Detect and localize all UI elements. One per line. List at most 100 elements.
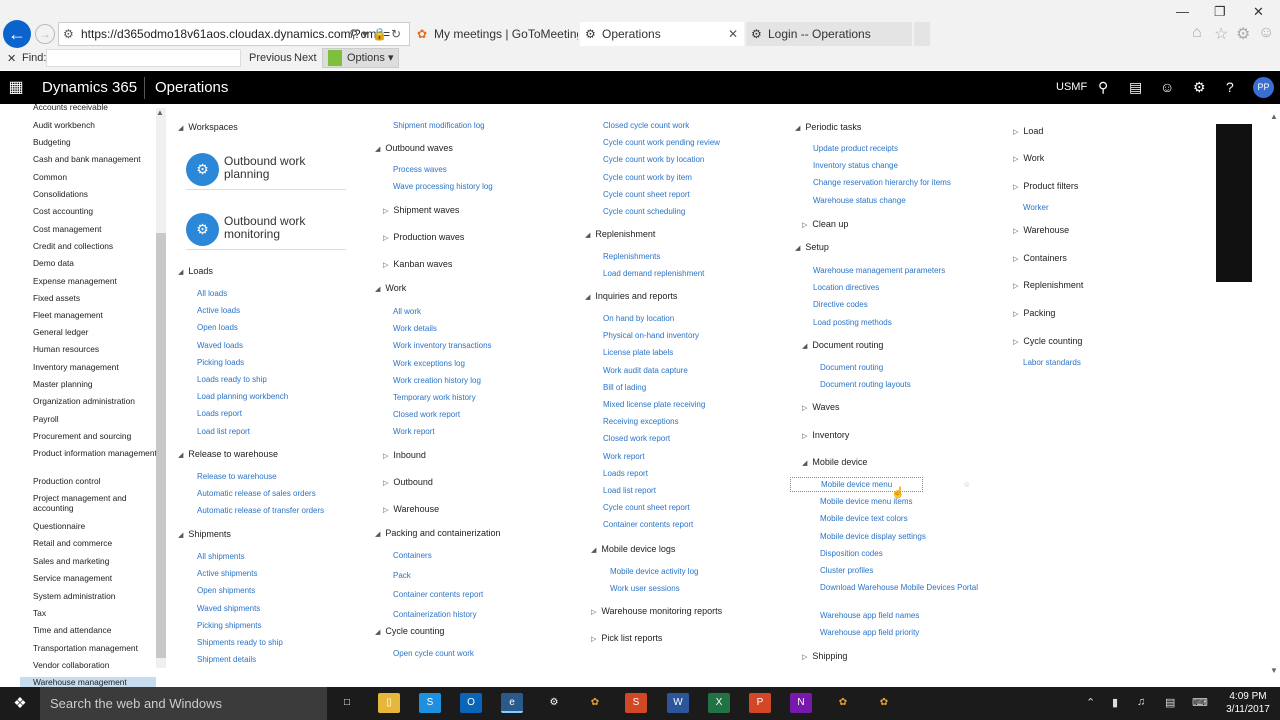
link-open-shipments[interactable]: Open shipments [197, 586, 255, 595]
link-all-shipments[interactable]: All shipments [197, 552, 245, 561]
link-containerization-history[interactable]: Containerization history [393, 610, 477, 619]
link-shipment-details[interactable]: Shipment details [197, 655, 256, 664]
link-cycle-count-work-pending-review[interactable]: Cycle count work pending review [603, 138, 720, 147]
link-closed-cycle-count-work[interactable]: Closed cycle count work [603, 121, 689, 130]
module-budgeting[interactable]: Budgeting [33, 137, 71, 147]
link-work-details[interactable]: Work details [393, 324, 437, 333]
module-cost-accounting[interactable]: Cost accounting [33, 206, 93, 216]
module-tax[interactable]: Tax [33, 608, 46, 618]
group-periodic-tasks[interactable]: ◢ Periodic tasks [795, 122, 861, 132]
link-disposition-codes[interactable]: Disposition codes [820, 549, 883, 558]
group-replenishment[interactable]: ◢ Replenishment [585, 229, 655, 239]
group-clean-up[interactable]: ▷ Clean up [802, 219, 848, 229]
module-master-planning[interactable]: Master planning [33, 379, 93, 389]
group-shipment-waves[interactable]: ▷ Shipment waves [383, 205, 459, 215]
link-mobile-device-text-colors[interactable]: Mobile device text colors [820, 514, 908, 523]
keyboard-icon[interactable]: ⌨ [1192, 696, 1208, 709]
link-open-cycle-count-work[interactable]: Open cycle count work [393, 649, 474, 658]
link-mixed-license-plate-receiving[interactable]: Mixed license plate receiving [603, 400, 705, 409]
link-process-waves[interactable]: Process waves [393, 165, 447, 174]
link-closed-work-report[interactable]: Closed work report [603, 434, 670, 443]
link-warehouse-status-change[interactable]: Warehouse status change [813, 196, 906, 205]
link-work-report[interactable]: Work report [603, 452, 645, 461]
link-load-planning-workbench[interactable]: Load planning workbench [197, 392, 288, 401]
battery-icon[interactable]: ▮ [1112, 696, 1118, 709]
link-release-to-warehouse[interactable]: Release to warehouse [197, 472, 277, 481]
tray-chevron-icon[interactable]: ⌃ [1086, 696, 1095, 709]
tab-operations[interactable]: ⚙ Operations ✕ [580, 22, 744, 46]
link-work-inventory-transactions[interactable]: Work inventory transactions [393, 341, 492, 350]
link-work-report[interactable]: Work report [393, 427, 435, 436]
link-pack[interactable]: Pack [393, 571, 411, 580]
scroll-down-icon[interactable]: ▼ [1270, 666, 1278, 675]
group-packing[interactable]: ◢ Packing and containerization [375, 528, 500, 538]
link-containers[interactable]: Containers [393, 551, 432, 560]
link-warehouse-management-parameters[interactable]: Warehouse management parameters [813, 266, 945, 275]
smiley-icon[interactable]: ☺ [1258, 24, 1274, 42]
module-common[interactable]: Common [33, 172, 67, 182]
link-warehouse-app-field-names[interactable]: Warehouse app field names [820, 611, 919, 620]
module-accounts-receivable[interactable]: Accounts receivable [33, 104, 108, 112]
app-icon[interactable]: ⚙ [543, 693, 565, 713]
module-warehouse-management[interactable]: Warehouse management [20, 677, 156, 687]
link-inventory-status-change[interactable]: Inventory status change [813, 161, 898, 170]
modules-scrollbar[interactable]: ▲ [156, 108, 166, 668]
group-outbound-waves[interactable]: ◢ Outbound waves [375, 143, 453, 153]
module-general-ledger[interactable]: General ledger [33, 327, 88, 337]
task-view-icon[interactable]: □ [336, 693, 358, 713]
group-production-waves[interactable]: ▷ Production waves [383, 232, 464, 242]
gotomeeting-icon[interactable]: ✿ [873, 693, 895, 713]
module-human-resources[interactable]: Human resources [33, 344, 99, 354]
link-temporary-work-history[interactable]: Temporary work history [393, 393, 476, 402]
tile-outbound-work-planning[interactable]: ⚙ Outbound work planning [186, 150, 346, 190]
close-find-icon[interactable]: ✕ [7, 52, 16, 65]
previous-button[interactable]: Previous [249, 52, 292, 64]
group-warehouse[interactable]: ▷ Warehouse [1013, 225, 1069, 235]
link-labor-standards[interactable]: Labor standards [1023, 358, 1081, 367]
module-product-information-management[interactable]: Product information management [33, 448, 157, 458]
link-automatic-release-of-transfer-orders[interactable]: Automatic release of transfer orders [197, 506, 324, 515]
address-tools-icon[interactable]: ⚲▾🔒↻ [349, 23, 405, 45]
module-expense-management[interactable]: Expense management [33, 276, 117, 286]
module-credit-and-collections[interactable]: Credit and collections [33, 241, 113, 251]
module-cost-management[interactable]: Cost management [33, 224, 101, 234]
link-change-reservation-hierarchy-for-items[interactable]: Change reservation hierarchy for items [813, 178, 951, 187]
group-outbound[interactable]: ▷ Outbound [383, 477, 433, 487]
excel-icon[interactable]: X [708, 693, 730, 713]
minimize-icon[interactable]: — [1176, 4, 1189, 19]
options-button[interactable]: Options ▾ [322, 48, 399, 68]
link-container-contents-report[interactable]: Container contents report [603, 520, 693, 529]
link-active-shipments[interactable]: Active shipments [197, 569, 257, 578]
group-load[interactable]: ▷ Load [1013, 126, 1043, 136]
module-sales-and-marketing[interactable]: Sales and marketing [33, 556, 109, 566]
link-picking-shipments[interactable]: Picking shipments [197, 621, 261, 630]
next-button[interactable]: Next [294, 52, 317, 64]
link-open-loads[interactable]: Open loads [197, 323, 238, 332]
module-payroll[interactable]: Payroll [33, 414, 59, 424]
link-load-demand-replenishment[interactable]: Load demand replenishment [603, 269, 704, 278]
module-organization-administration[interactable]: Organization administration [33, 396, 135, 406]
group-shipments[interactable]: ◢ Shipments [178, 529, 231, 539]
module-service-management[interactable]: Service management [33, 573, 112, 583]
module-production-control[interactable]: Production control [33, 476, 101, 486]
link-work-user-sessions[interactable]: Work user sessions [610, 584, 680, 593]
content-scrollbar[interactable]: ▲ ▼ [1268, 108, 1280, 680]
group-warehouse[interactable]: ▷ Warehouse [383, 504, 439, 514]
close-window-icon[interactable]: ✕ [1253, 4, 1264, 20]
group-work[interactable]: ◢ Work [375, 283, 406, 293]
address-bar[interactable]: ⚙ https://d365odmo18v61aos.cloudax.dynam… [58, 22, 410, 46]
company-picker[interactable]: USMF [1056, 81, 1087, 93]
link-load-posting-methods[interactable]: Load posting methods [813, 318, 892, 327]
messages-icon[interactable]: ▤ [1129, 79, 1142, 96]
link-all-loads[interactable]: All loads [197, 289, 227, 298]
find-input[interactable] [46, 49, 241, 67]
favorites-star-icon[interactable]: ☆ [1214, 24, 1228, 44]
group-workspaces[interactable]: ◢ Workspaces [178, 122, 238, 132]
feedback-smiley-icon[interactable]: ☺ [1160, 79, 1174, 95]
module-demo-data[interactable]: Demo data [33, 258, 74, 268]
link-load-list-report[interactable]: Load list report [197, 427, 250, 436]
link-on-hand-by-location[interactable]: On hand by location [603, 314, 674, 323]
group-inbound[interactable]: ▷ Inbound [383, 450, 426, 460]
link-work-exceptions-log[interactable]: Work exceptions log [393, 359, 465, 368]
gotomeeting-icon[interactable]: ✿ [832, 693, 854, 713]
